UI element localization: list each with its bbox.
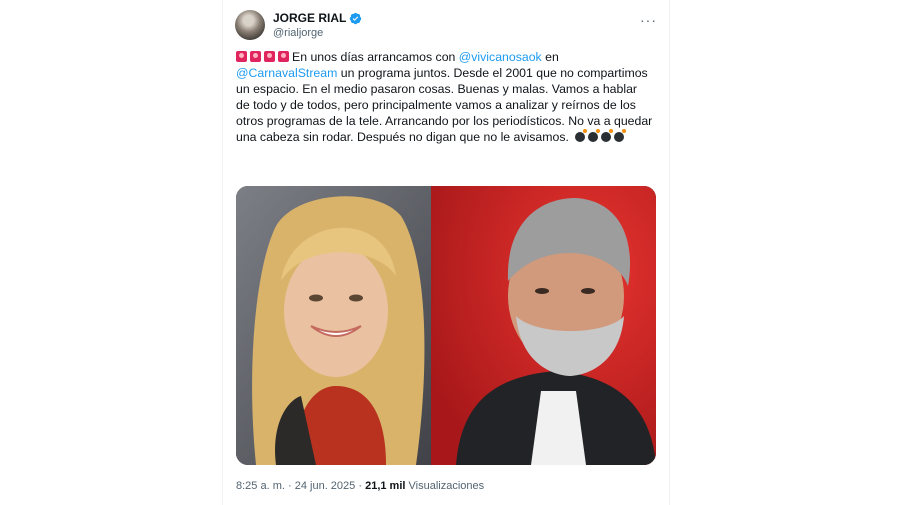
photo-of-two-people xyxy=(236,186,656,465)
bomb-icon xyxy=(588,128,601,142)
bomb-icon xyxy=(601,128,614,142)
views-label: Visualizaciones xyxy=(408,480,485,492)
tweet-text: En unos días arrancamos con @vivicanosao… xyxy=(236,50,654,145)
author-handle[interactable]: @rialjorge xyxy=(273,27,323,39)
siren-icon xyxy=(236,51,247,62)
tweet-card: JORGE RIAL @rialjorge ··· En unos días a… xyxy=(222,0,670,505)
author-name-row: JORGE RIAL xyxy=(273,11,362,25)
bomb-emoji-group xyxy=(572,128,627,144)
bomb-icon xyxy=(614,128,627,142)
tweet-date[interactable]: 24 jun. 2025 xyxy=(295,480,356,492)
verified-check-icon xyxy=(350,12,362,24)
siren-icon xyxy=(250,51,261,62)
views-count: 21,1 mil xyxy=(365,480,406,492)
avatar[interactable] xyxy=(235,10,265,40)
siren-icon xyxy=(278,51,289,62)
tweet-text-part2: en xyxy=(541,50,559,64)
mention-link-vivicanosaok[interactable]: @vivicanosaok xyxy=(459,50,542,64)
tweet-header: JORGE RIAL @rialjorge ··· xyxy=(235,10,657,44)
tweet-text-part1: En unos días arrancamos con xyxy=(292,50,459,64)
more-horizontal-icon[interactable]: ··· xyxy=(640,12,657,28)
tweet-time[interactable]: 8:25 a. m. xyxy=(236,480,285,492)
bomb-icon xyxy=(575,128,588,142)
tweet-media-photo[interactable] xyxy=(236,186,656,465)
siren-icon xyxy=(264,51,275,62)
tweet-metadata: 8:25 a. m. · 24 jun. 2025 · 21,1 mil Vis… xyxy=(236,480,484,492)
author-name[interactable]: JORGE RIAL xyxy=(273,11,346,25)
meta-separator: · xyxy=(358,480,363,492)
mention-link-carnavalstream[interactable]: @CarnavalStream xyxy=(236,66,337,80)
meta-separator: · xyxy=(287,480,292,492)
siren-emoji-group xyxy=(236,50,292,64)
